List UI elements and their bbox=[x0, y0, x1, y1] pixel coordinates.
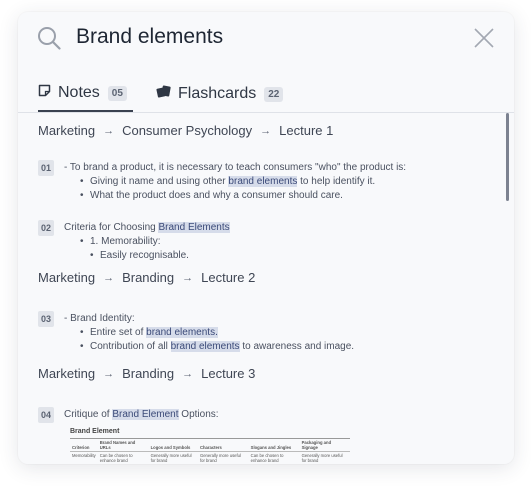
note-result[interactable]: 03 - Brand Identity: Entire set of brand… bbox=[38, 311, 494, 355]
tab-notes-label: Notes bbox=[58, 84, 100, 101]
table-title: Brand Element bbox=[70, 428, 120, 435]
table-cell: Can be chosen to enhance brand bbox=[250, 453, 284, 463]
flashcards-count-badge: 22 bbox=[264, 86, 284, 102]
note-number-badge: 04 bbox=[38, 407, 55, 423]
note-bullet: Giving it name and using other brand ele… bbox=[80, 175, 375, 189]
arrow-right-icon: → bbox=[182, 271, 194, 284]
table-header: Criterion bbox=[70, 438, 98, 452]
table-cell: Memorability bbox=[72, 453, 96, 458]
table-cell: Generally more useful for brand bbox=[199, 453, 241, 463]
note-bullet: Easily recognisable. bbox=[90, 249, 189, 263]
note-text: Criteria for Choosing Brand Elements bbox=[64, 222, 230, 233]
arrow-right-icon: → bbox=[103, 271, 115, 284]
breadcrumb-lecture[interactable]: Lecture 2 bbox=[201, 270, 255, 285]
note-result[interactable]: 01 - To brand a product, it is necessary… bbox=[38, 160, 494, 204]
breadcrumb: Marketing → Branding → Lecture 2 bbox=[38, 270, 255, 285]
arrow-right-icon: → bbox=[103, 124, 115, 137]
arrow-right-icon: → bbox=[260, 124, 272, 137]
results-list: Marketing → Consumer Psychology → Lectur… bbox=[18, 113, 514, 464]
note-bullet: 1. Memorability: bbox=[80, 235, 161, 249]
table-cell: Can be chosen to enhance brand bbox=[99, 453, 133, 463]
search-input[interactable] bbox=[76, 25, 456, 49]
note-bullet: Contribution of all brand elements to aw… bbox=[80, 340, 354, 354]
breadcrumb-module[interactable]: Branding bbox=[122, 270, 174, 285]
search-bar bbox=[18, 12, 514, 64]
table-header: Packaging and Signage bbox=[299, 438, 350, 452]
table-cell: Generally more useful for brand bbox=[150, 453, 192, 463]
notes-count-badge: 05 bbox=[107, 85, 127, 101]
tab-notes[interactable]: Notes 05 bbox=[38, 76, 133, 112]
note-number-badge: 03 bbox=[38, 311, 55, 327]
note-number-badge: 01 bbox=[38, 160, 55, 176]
table-header: Slogans and Jingles bbox=[248, 438, 300, 452]
table-image: Brand Element Criterion Brand Names and … bbox=[70, 428, 350, 464]
breadcrumb-course[interactable]: Marketing bbox=[38, 123, 95, 138]
table-header: Characters bbox=[197, 438, 249, 452]
search-highlight: Brand Element bbox=[112, 409, 179, 420]
note-text: - To brand a product, it is necessary to… bbox=[64, 162, 407, 173]
flashcards-icon bbox=[156, 85, 171, 103]
breadcrumb-module[interactable]: Branding bbox=[122, 366, 174, 381]
note-icon bbox=[38, 84, 51, 102]
scrollbar[interactable] bbox=[506, 113, 509, 201]
breadcrumb: Marketing → Branding → Lecture 3 bbox=[38, 366, 255, 381]
close-icon[interactable] bbox=[474, 28, 494, 53]
table-header: Logos and Symbols bbox=[148, 438, 198, 452]
search-highlight: brand elements bbox=[170, 341, 240, 352]
table-header: Brand Names and URLs bbox=[97, 438, 149, 452]
tab-flashcards[interactable]: Flashcards 22 bbox=[156, 76, 284, 112]
search-highlight: brand elements. bbox=[146, 327, 218, 338]
breadcrumb-course[interactable]: Marketing bbox=[38, 270, 95, 285]
note-number-badge: 02 bbox=[38, 220, 55, 236]
comparison-table: Criterion Brand Names and URLs Logos and… bbox=[70, 438, 350, 464]
note-text: - Brand Identity: bbox=[64, 313, 135, 324]
note-result[interactable]: 04 Critique of Brand Element Options: bbox=[38, 407, 494, 423]
search-highlight: brand elements bbox=[228, 176, 298, 187]
breadcrumb-course[interactable]: Marketing bbox=[38, 366, 95, 381]
search-panel: Notes 05 Flashcards 22 Marketing → Consu… bbox=[18, 12, 514, 464]
search-icon bbox=[37, 26, 61, 55]
tab-flashcards-label: Flashcards bbox=[178, 85, 257, 102]
tab-bar: Notes 05 Flashcards 22 bbox=[18, 76, 514, 113]
note-bullet: Entire set of brand elements. bbox=[80, 326, 218, 340]
note-text: Critique of Brand Element Options: bbox=[64, 409, 219, 420]
note-bullet: What the product does and why a consumer… bbox=[80, 189, 343, 203]
table-row: Memorability Can be chosen to enhance br… bbox=[70, 452, 350, 465]
breadcrumb-lecture[interactable]: Lecture 3 bbox=[201, 366, 255, 381]
search-highlight: Brand Elements bbox=[158, 222, 230, 233]
arrow-right-icon: → bbox=[182, 367, 194, 380]
breadcrumb-module[interactable]: Consumer Psychology bbox=[122, 123, 252, 138]
arrow-right-icon: → bbox=[103, 367, 115, 380]
note-result[interactable]: 02 Criteria for Choosing Brand Elements … bbox=[38, 220, 494, 264]
table-cell: Generally more useful for brand bbox=[301, 453, 343, 463]
breadcrumb-lecture[interactable]: Lecture 1 bbox=[279, 123, 333, 138]
breadcrumb: Marketing → Consumer Psychology → Lectur… bbox=[38, 123, 333, 138]
